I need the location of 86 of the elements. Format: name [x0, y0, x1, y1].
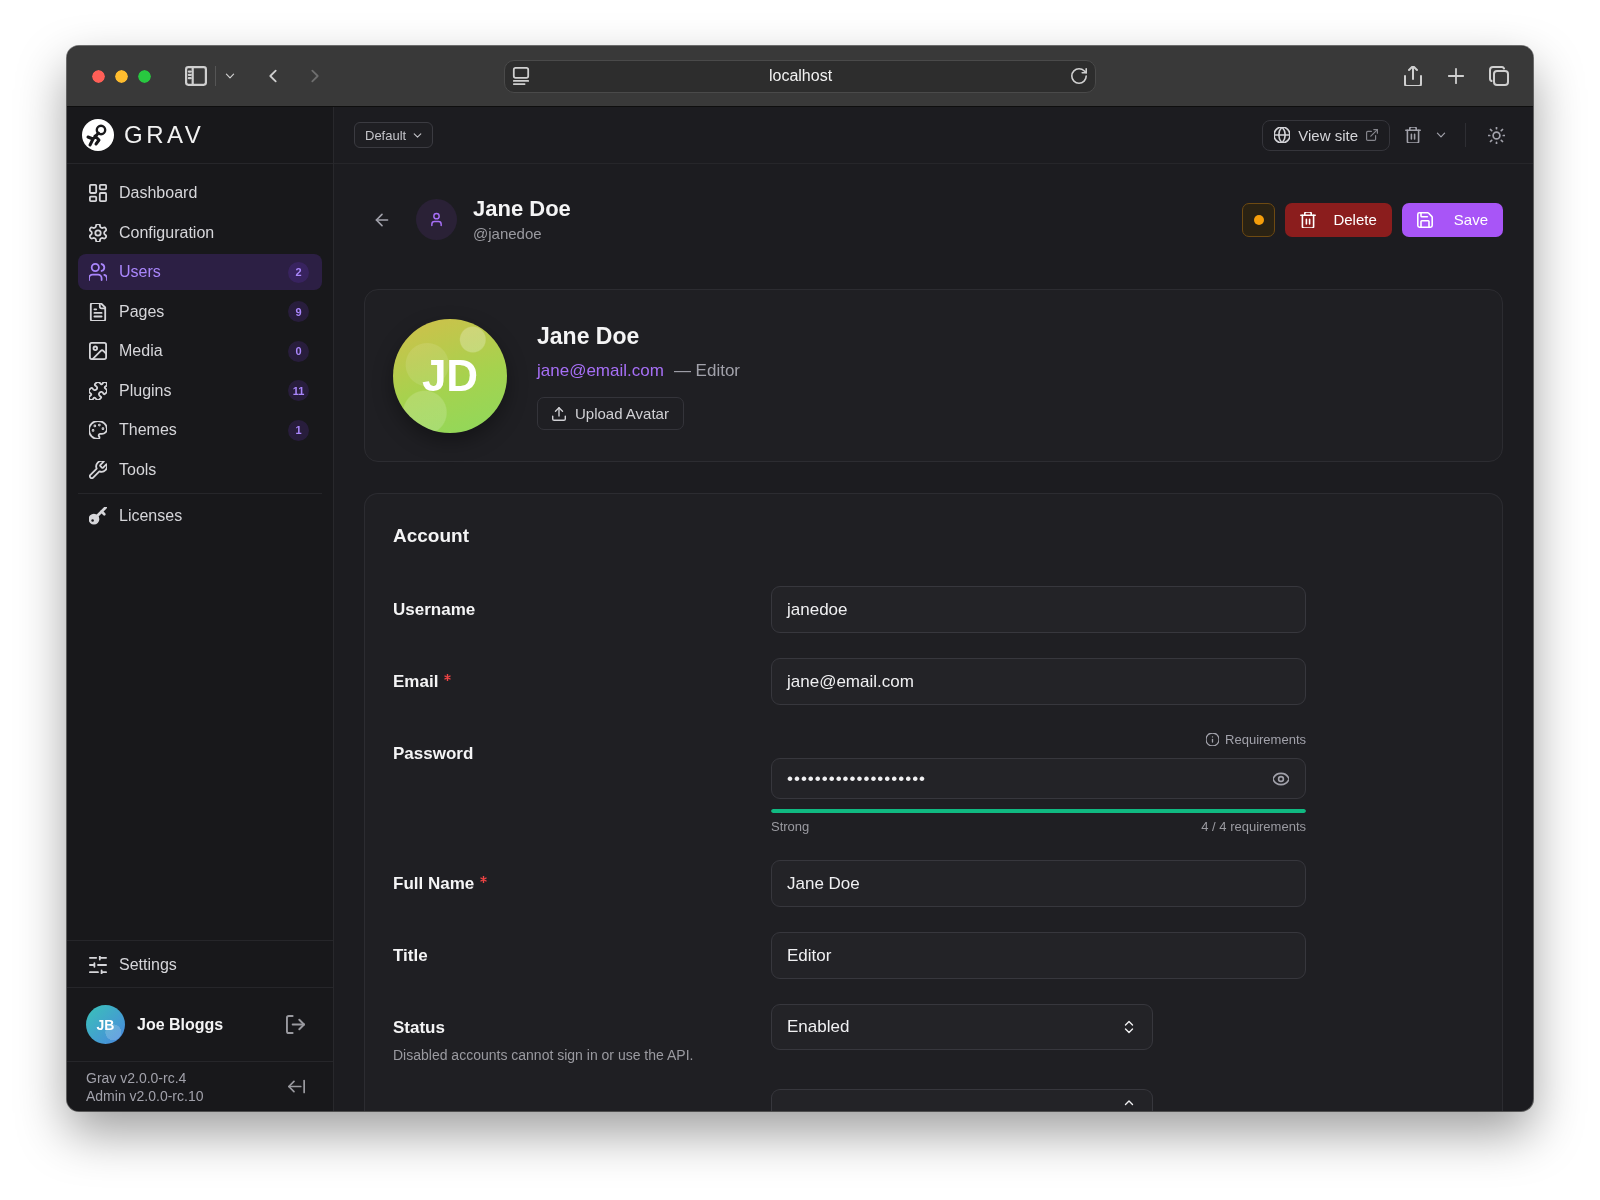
upload-icon	[552, 406, 566, 421]
palette-icon	[89, 421, 107, 439]
sidebar-toggle-icon[interactable]	[185, 65, 207, 87]
requirements-count: 4 / 4 requirements	[1201, 819, 1306, 835]
field-label: Username	[393, 600, 476, 620]
save-icon	[1416, 211, 1433, 228]
globe-icon	[1274, 127, 1291, 143]
text-input[interactable]: Editor	[771, 932, 1306, 979]
reload-icon[interactable]	[1071, 68, 1087, 84]
window-maximize-button[interactable]	[138, 69, 151, 83]
select-input[interactable]	[771, 1089, 1153, 1111]
window-close-button[interactable]	[92, 69, 105, 83]
section-title: Account	[393, 524, 469, 548]
sidebar-item[interactable]: Dashboard	[78, 175, 322, 211]
user-role: — Editor	[673, 360, 740, 382]
count-badge: 9	[288, 301, 309, 322]
chevron-up-down-icon	[1122, 1020, 1136, 1034]
save-button[interactable]: Save	[1401, 202, 1503, 237]
strength-label: Strong	[771, 819, 810, 835]
text-input[interactable]: jane@email.com	[771, 658, 1306, 705]
window-minimize-button[interactable]	[115, 69, 128, 83]
count-badge: 1	[288, 419, 309, 441]
page-icon	[512, 67, 530, 85]
text-input[interactable]: janedoe	[771, 586, 1306, 633]
user-avatar: JD	[393, 319, 507, 433]
wrench-icon	[89, 460, 107, 479]
delete-button[interactable]: Delete	[1285, 202, 1392, 237]
dashboard-icon	[89, 184, 107, 202]
settings-icon	[89, 223, 107, 242]
status-dot-icon	[1253, 214, 1264, 225]
user-avatar: JB	[86, 1005, 125, 1044]
sidebar-item[interactable]: Users 2	[78, 254, 322, 290]
requirements-link[interactable]: Requirements	[1206, 730, 1306, 748]
count-badge: 2	[288, 261, 309, 283]
sidebar-item[interactable]: Media 0	[78, 333, 322, 369]
select-input[interactable]: Enabled	[771, 1004, 1153, 1050]
email-link[interactable]: jane@email.com	[537, 360, 664, 382]
collapse-sidebar-icon[interactable]	[288, 1078, 305, 1095]
back-arrow-icon	[374, 211, 390, 228]
logo-text: GRAV	[124, 121, 205, 149]
new-tab-icon[interactable]	[1447, 67, 1465, 85]
profile-name: Jane Doe	[537, 322, 640, 350]
trash-icon[interactable]	[1405, 127, 1421, 143]
tabs-icon[interactable]	[1489, 66, 1509, 86]
document-icon	[89, 302, 107, 321]
sidebar-item[interactable]: Plugins 11	[78, 372, 322, 409]
logo-icon[interactable]	[82, 119, 114, 151]
sidebar-item[interactable]: Pages 9	[78, 293, 322, 330]
user-name: Joe Bloggs	[137, 1015, 224, 1033]
sliders-icon	[89, 955, 107, 974]
sidebar-item[interactable]: Configuration	[78, 214, 322, 251]
info-icon	[1206, 732, 1220, 746]
image-icon	[89, 342, 107, 360]
upload-avatar-button[interactable]: Upload Avatar	[537, 397, 684, 430]
logout-icon[interactable]	[286, 1015, 305, 1034]
puzzle-icon	[89, 381, 107, 400]
address-bar[interactable]: localhost	[504, 59, 1096, 93]
count-badge: 0	[288, 340, 309, 362]
environment-dropdown[interactable]: Default	[354, 122, 434, 148]
users-icon	[89, 263, 107, 281]
sidebar-item[interactable]: Themes 1	[78, 412, 322, 448]
settings-item[interactable]: Settings	[78, 946, 322, 983]
field-help: Disabled accounts cannot sign in or use the API.	[393, 1046, 694, 1064]
field-label: Title	[393, 946, 428, 966]
count-badge: 11	[288, 380, 309, 401]
username-handle: @janedoe	[473, 225, 542, 243]
field-label: Password	[393, 744, 474, 764]
field-label: Email	[393, 672, 439, 692]
password-input[interactable]: ••••••••••••••••••••	[771, 758, 1306, 799]
sidebar-item[interactable]: Licenses	[78, 497, 322, 534]
external-link-icon	[1366, 129, 1378, 141]
theme-sun-icon[interactable]	[1488, 126, 1505, 144]
user-icon	[416, 199, 457, 240]
view-site-button[interactable]: View site	[1262, 119, 1390, 151]
version-text: Admin v2.0.0-rc.10	[86, 1086, 204, 1105]
field-label: Full Name	[393, 874, 475, 894]
share-icon[interactable]	[1403, 66, 1423, 86]
key-icon	[89, 506, 107, 525]
eye-icon[interactable]	[1273, 770, 1289, 787]
status-button[interactable]	[1242, 202, 1276, 237]
text-input[interactable]: Jane Doe	[771, 860, 1306, 907]
page-title: Jane Doe	[473, 196, 571, 222]
trash-icon	[1300, 211, 1317, 228]
version-text: Grav v2.0.0-rc.4	[86, 1068, 187, 1087]
sidebar-item[interactable]: Tools	[78, 451, 322, 488]
field-label: Status	[393, 1018, 445, 1038]
